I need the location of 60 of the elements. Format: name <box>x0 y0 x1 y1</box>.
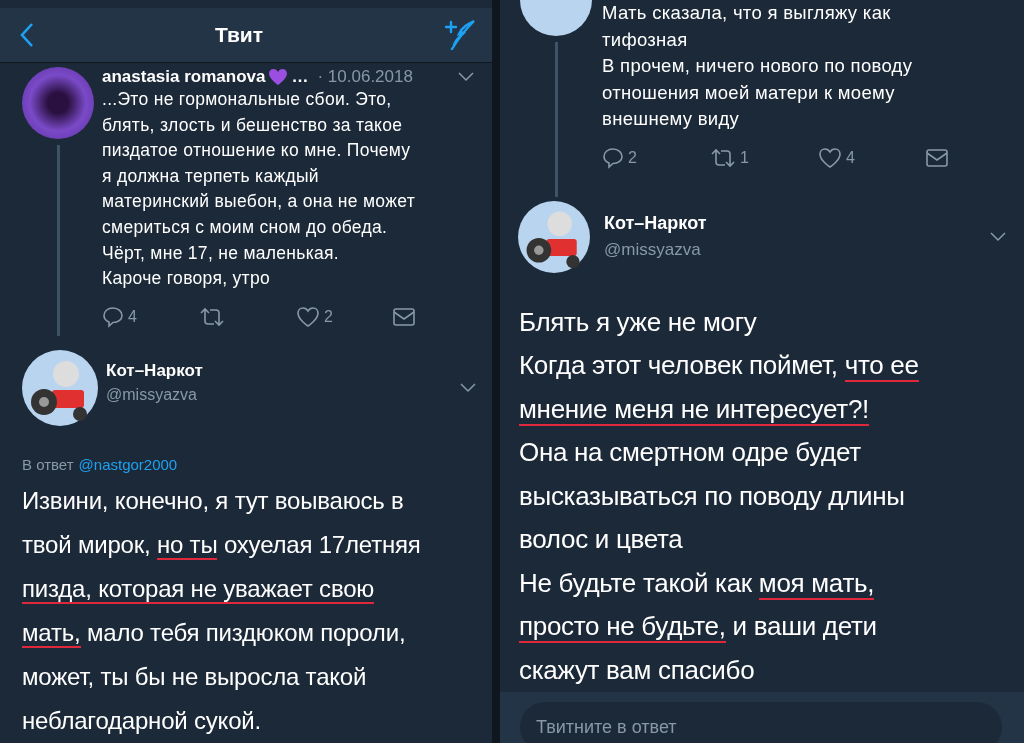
tweet-text-line: блять, злость и бешенство за такое <box>102 113 404 137</box>
tweet-text-line: может, ты бы не выросла такой <box>22 661 368 692</box>
heart-icon[interactable] <box>818 146 842 169</box>
back-icon[interactable] <box>20 22 34 48</box>
like-count: 4 <box>846 148 855 167</box>
avatar[interactable] <box>518 200 590 273</box>
tweet-text-line: волос и цвета <box>519 523 684 556</box>
tweet-date: · 10.06.2018 <box>317 67 414 87</box>
user-name[interactable]: Кот–Наркот <box>106 361 452 382</box>
compose-icon[interactable] <box>444 19 476 51</box>
name-ellipsis: … <box>291 67 309 87</box>
tweet-text-line: Когда этот человек поймет, что ее <box>519 349 920 384</box>
tweet-text-line: ...Это не гормональные сбои. Это, <box>102 88 393 111</box>
tweet-text-line: скажут вам спасибо <box>519 653 756 687</box>
tweet-text-line: твой мирок, но ты охуелая 17летняя <box>22 529 422 562</box>
tweet-text-line: пизда, которая не уважает свою <box>22 573 376 606</box>
reply-icon[interactable] <box>602 146 624 169</box>
tweet-text-line: Чёрт, мне 17, не маленькая. <box>102 241 340 265</box>
tweet-text-line: пиздатое отношение ко мне. Почему <box>102 139 412 163</box>
tweet-text-line: Блять я уже не могу <box>519 305 758 339</box>
tweet-text-line: смериться с моим сном до обеда. <box>102 215 389 239</box>
like-count: 2 <box>324 307 333 326</box>
chevron-down-icon[interactable] <box>458 72 474 82</box>
reply-count: 2 <box>628 148 637 167</box>
tweet-text-line: В прочем, ничего нового по поводу <box>602 54 914 78</box>
tweet-text-line: неблагодарной сукой. <box>22 705 262 736</box>
heart-icon <box>268 68 289 86</box>
tweet-text-line: мнение меня не интересует?! <box>519 392 870 428</box>
tweet-text-line: высказываться по поводу длины <box>519 479 906 513</box>
reply-icon[interactable] <box>102 305 124 328</box>
tweet-text-line: просто не будьте, и ваши дети <box>519 610 878 645</box>
tweet-text-line: Она на смертном одре будет <box>519 436 862 469</box>
avatar[interactable] <box>22 349 98 426</box>
reply-input-field[interactable]: Твитните в ответ <box>520 702 1002 743</box>
tweet-text-line: внешнему виду <box>602 107 741 131</box>
retweet-count: 1 <box>740 148 749 167</box>
mail-icon[interactable] <box>393 307 415 326</box>
tweet-text-line: материнский выебон, а она не может <box>102 190 416 214</box>
mail-icon[interactable] <box>926 148 948 167</box>
user-name[interactable]: Кот–Наркот <box>604 213 976 234</box>
reply-count: 4 <box>128 307 137 326</box>
retweet-icon[interactable] <box>199 306 225 327</box>
tweet-text-line: тифозная <box>602 27 689 52</box>
tweet-text-line: отношения моей матери к моему <box>602 80 896 105</box>
chevron-down-icon[interactable] <box>990 231 1006 242</box>
tweet-text-line: мать, мало тебя пиздюком пороли, <box>22 617 407 650</box>
tweet-text-line: Извини, конечно, я тут воываюсь в <box>22 485 405 516</box>
tweet-text-line: Мать сказала, что я выгляжу как <box>602 1 892 25</box>
screen-title: Твит <box>214 23 264 47</box>
user-handle: @missyazva <box>604 240 702 260</box>
retweet-icon[interactable] <box>710 147 736 168</box>
reply-label: В ответ <box>22 455 74 473</box>
mention-link[interactable]: @nastgor2000 <box>78 455 178 473</box>
heart-icon[interactable] <box>296 305 320 328</box>
user-name[interactable]: anastasia romanova <box>102 67 266 87</box>
user-handle: @missyazva <box>106 386 198 405</box>
tweet-text-line: Не будьте такой как моя мать, <box>519 566 876 602</box>
tweet-text-line: я должна терпеть каждый <box>102 164 320 188</box>
chevron-down-icon[interactable] <box>460 382 476 393</box>
tweet-text-line: Кароче говоря, утро <box>102 267 271 291</box>
